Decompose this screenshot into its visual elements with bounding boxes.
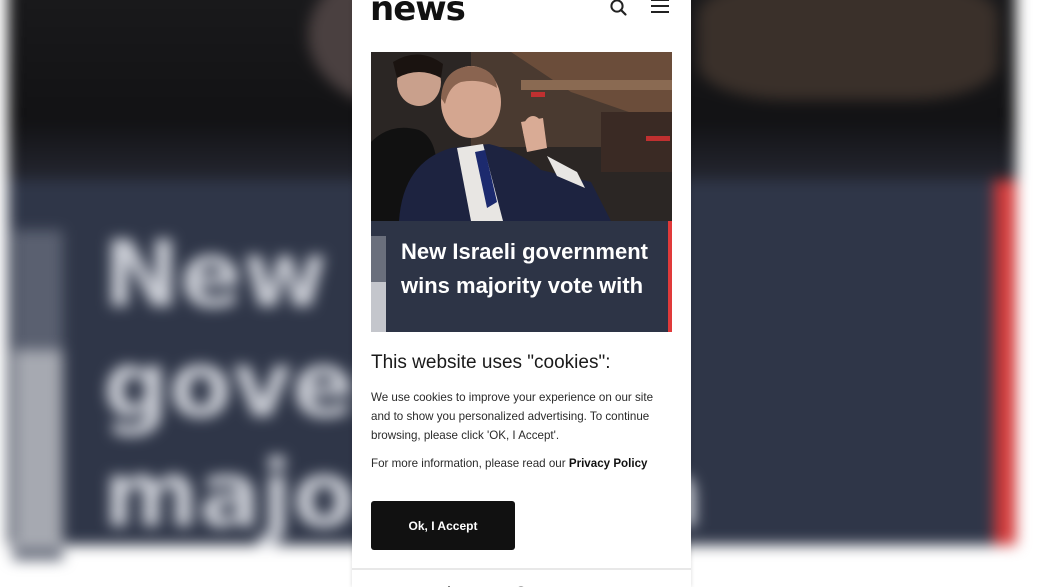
mobile-page: news New Israeli government wins majorit… xyxy=(352,0,691,587)
accent-bar-light xyxy=(371,282,386,332)
cookie-more-info-prefix: For more information, please read our xyxy=(371,457,569,470)
hamburger-menu-icon[interactable] xyxy=(649,0,671,19)
privacy-policy-link[interactable]: Privacy Policy xyxy=(569,457,648,470)
cookie-more-info: For more information, please read our Pr… xyxy=(371,454,681,473)
article-photo xyxy=(371,52,672,221)
site-logo[interactable]: news xyxy=(370,0,466,29)
cookie-dialog-body: We use cookies to improve your experienc… xyxy=(371,391,654,442)
cookie-consent-dialog: This website uses "cookies": We use cook… xyxy=(352,332,691,570)
site-header: news xyxy=(352,0,691,40)
article-card[interactable]: New Israeli government wins majority vot… xyxy=(371,52,672,332)
headline-panel: New Israeli government wins majority vot… xyxy=(371,221,672,332)
search-icon[interactable] xyxy=(608,0,630,19)
article-headline[interactable]: New Israeli government wins majority vot… xyxy=(401,235,651,303)
nav-profile-icon[interactable] xyxy=(516,578,526,587)
nav-share-icon[interactable] xyxy=(444,578,454,587)
accent-bar-red xyxy=(668,221,672,332)
accept-cookies-button[interactable]: Ok, I Accept xyxy=(371,501,515,550)
cookie-dialog-title: This website uses "cookies": xyxy=(371,352,611,373)
bottom-nav-peek xyxy=(352,578,691,587)
nav-tabs-icon[interactable] xyxy=(587,578,597,587)
